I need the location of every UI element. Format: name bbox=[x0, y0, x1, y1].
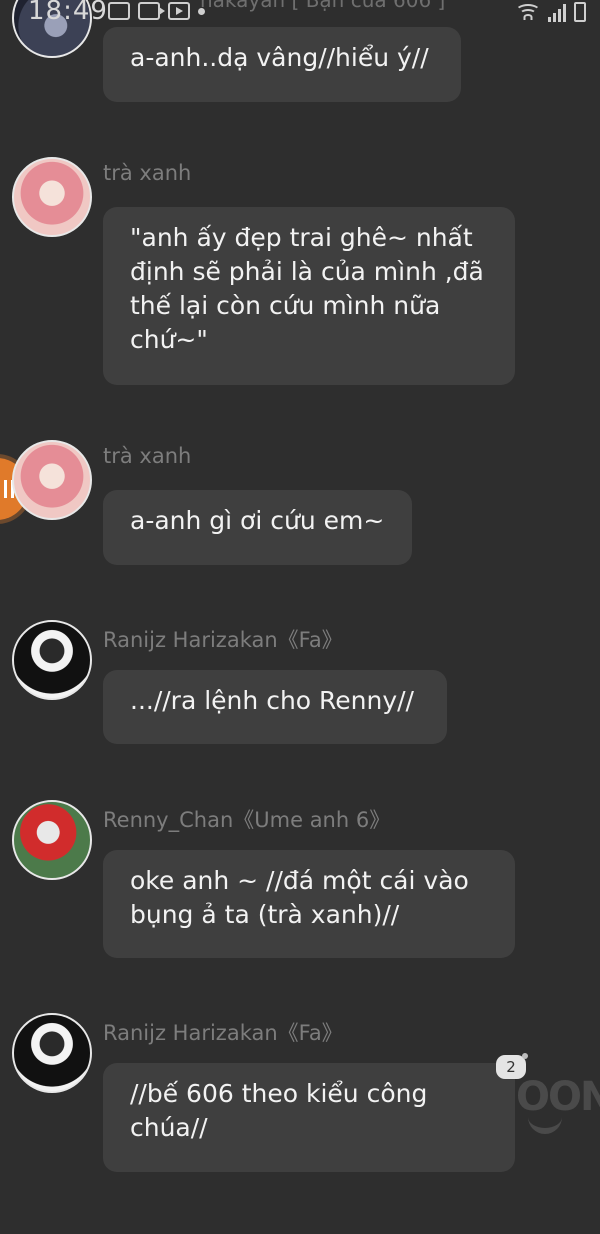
badge-dot-icon bbox=[522, 1053, 528, 1059]
sender-avatar[interactable] bbox=[12, 1013, 92, 1093]
gallery-icon bbox=[108, 2, 130, 20]
youtube-icon bbox=[168, 2, 190, 20]
message-bubble: //bế 606 theo kiểu công chúa// bbox=[103, 1063, 515, 1172]
status-time: 18:49 bbox=[28, 0, 108, 26]
chat-screen: a-anh..dạ vâng//hiểu ý// 18:49 nakayan [… bbox=[0, 0, 600, 1234]
sender-avatar[interactable] bbox=[12, 800, 92, 880]
status-icons-right bbox=[515, 2, 586, 22]
sender-name[interactable]: Ranijz Harizakan《Fa》 bbox=[103, 1017, 343, 1047]
sender-name[interactable]: trà xanh bbox=[103, 161, 191, 185]
watermark-smile-icon bbox=[528, 1112, 562, 1134]
signal-icon bbox=[548, 4, 566, 22]
sender-avatar[interactable] bbox=[12, 620, 92, 700]
sender-name[interactable]: Renny_Chan《Ume anh 6》 bbox=[103, 804, 390, 834]
wifi-icon bbox=[515, 4, 541, 22]
video-icon bbox=[138, 2, 165, 20]
status-bar: 18:49 nakayan [ Bạn của 606 ] bbox=[0, 0, 600, 30]
sender-name[interactable]: trà xanh bbox=[103, 444, 191, 468]
status-icons-left bbox=[108, 2, 205, 20]
message-bubble: ...//ra lệnh cho Renny// bbox=[103, 670, 447, 744]
sender-name[interactable]: Ranijz Harizakan《Fa》 bbox=[103, 624, 343, 654]
message-bubble: a-anh gì ơi cứu em~ bbox=[103, 490, 412, 565]
cut-header-text: nakayan [ Bạn của 606 ] bbox=[200, 0, 446, 12]
battery-icon bbox=[574, 2, 586, 22]
message-bubble: "anh ấy đẹp trai ghê~ nhất định sẽ phải … bbox=[103, 207, 515, 385]
sender-avatar[interactable] bbox=[12, 440, 92, 520]
message-bubble: oke anh ~ //đá một cái vào bụng ả ta (tr… bbox=[103, 850, 515, 958]
message-bubble: a-anh..dạ vâng//hiểu ý// bbox=[103, 27, 461, 102]
sender-avatar[interactable] bbox=[12, 157, 92, 237]
